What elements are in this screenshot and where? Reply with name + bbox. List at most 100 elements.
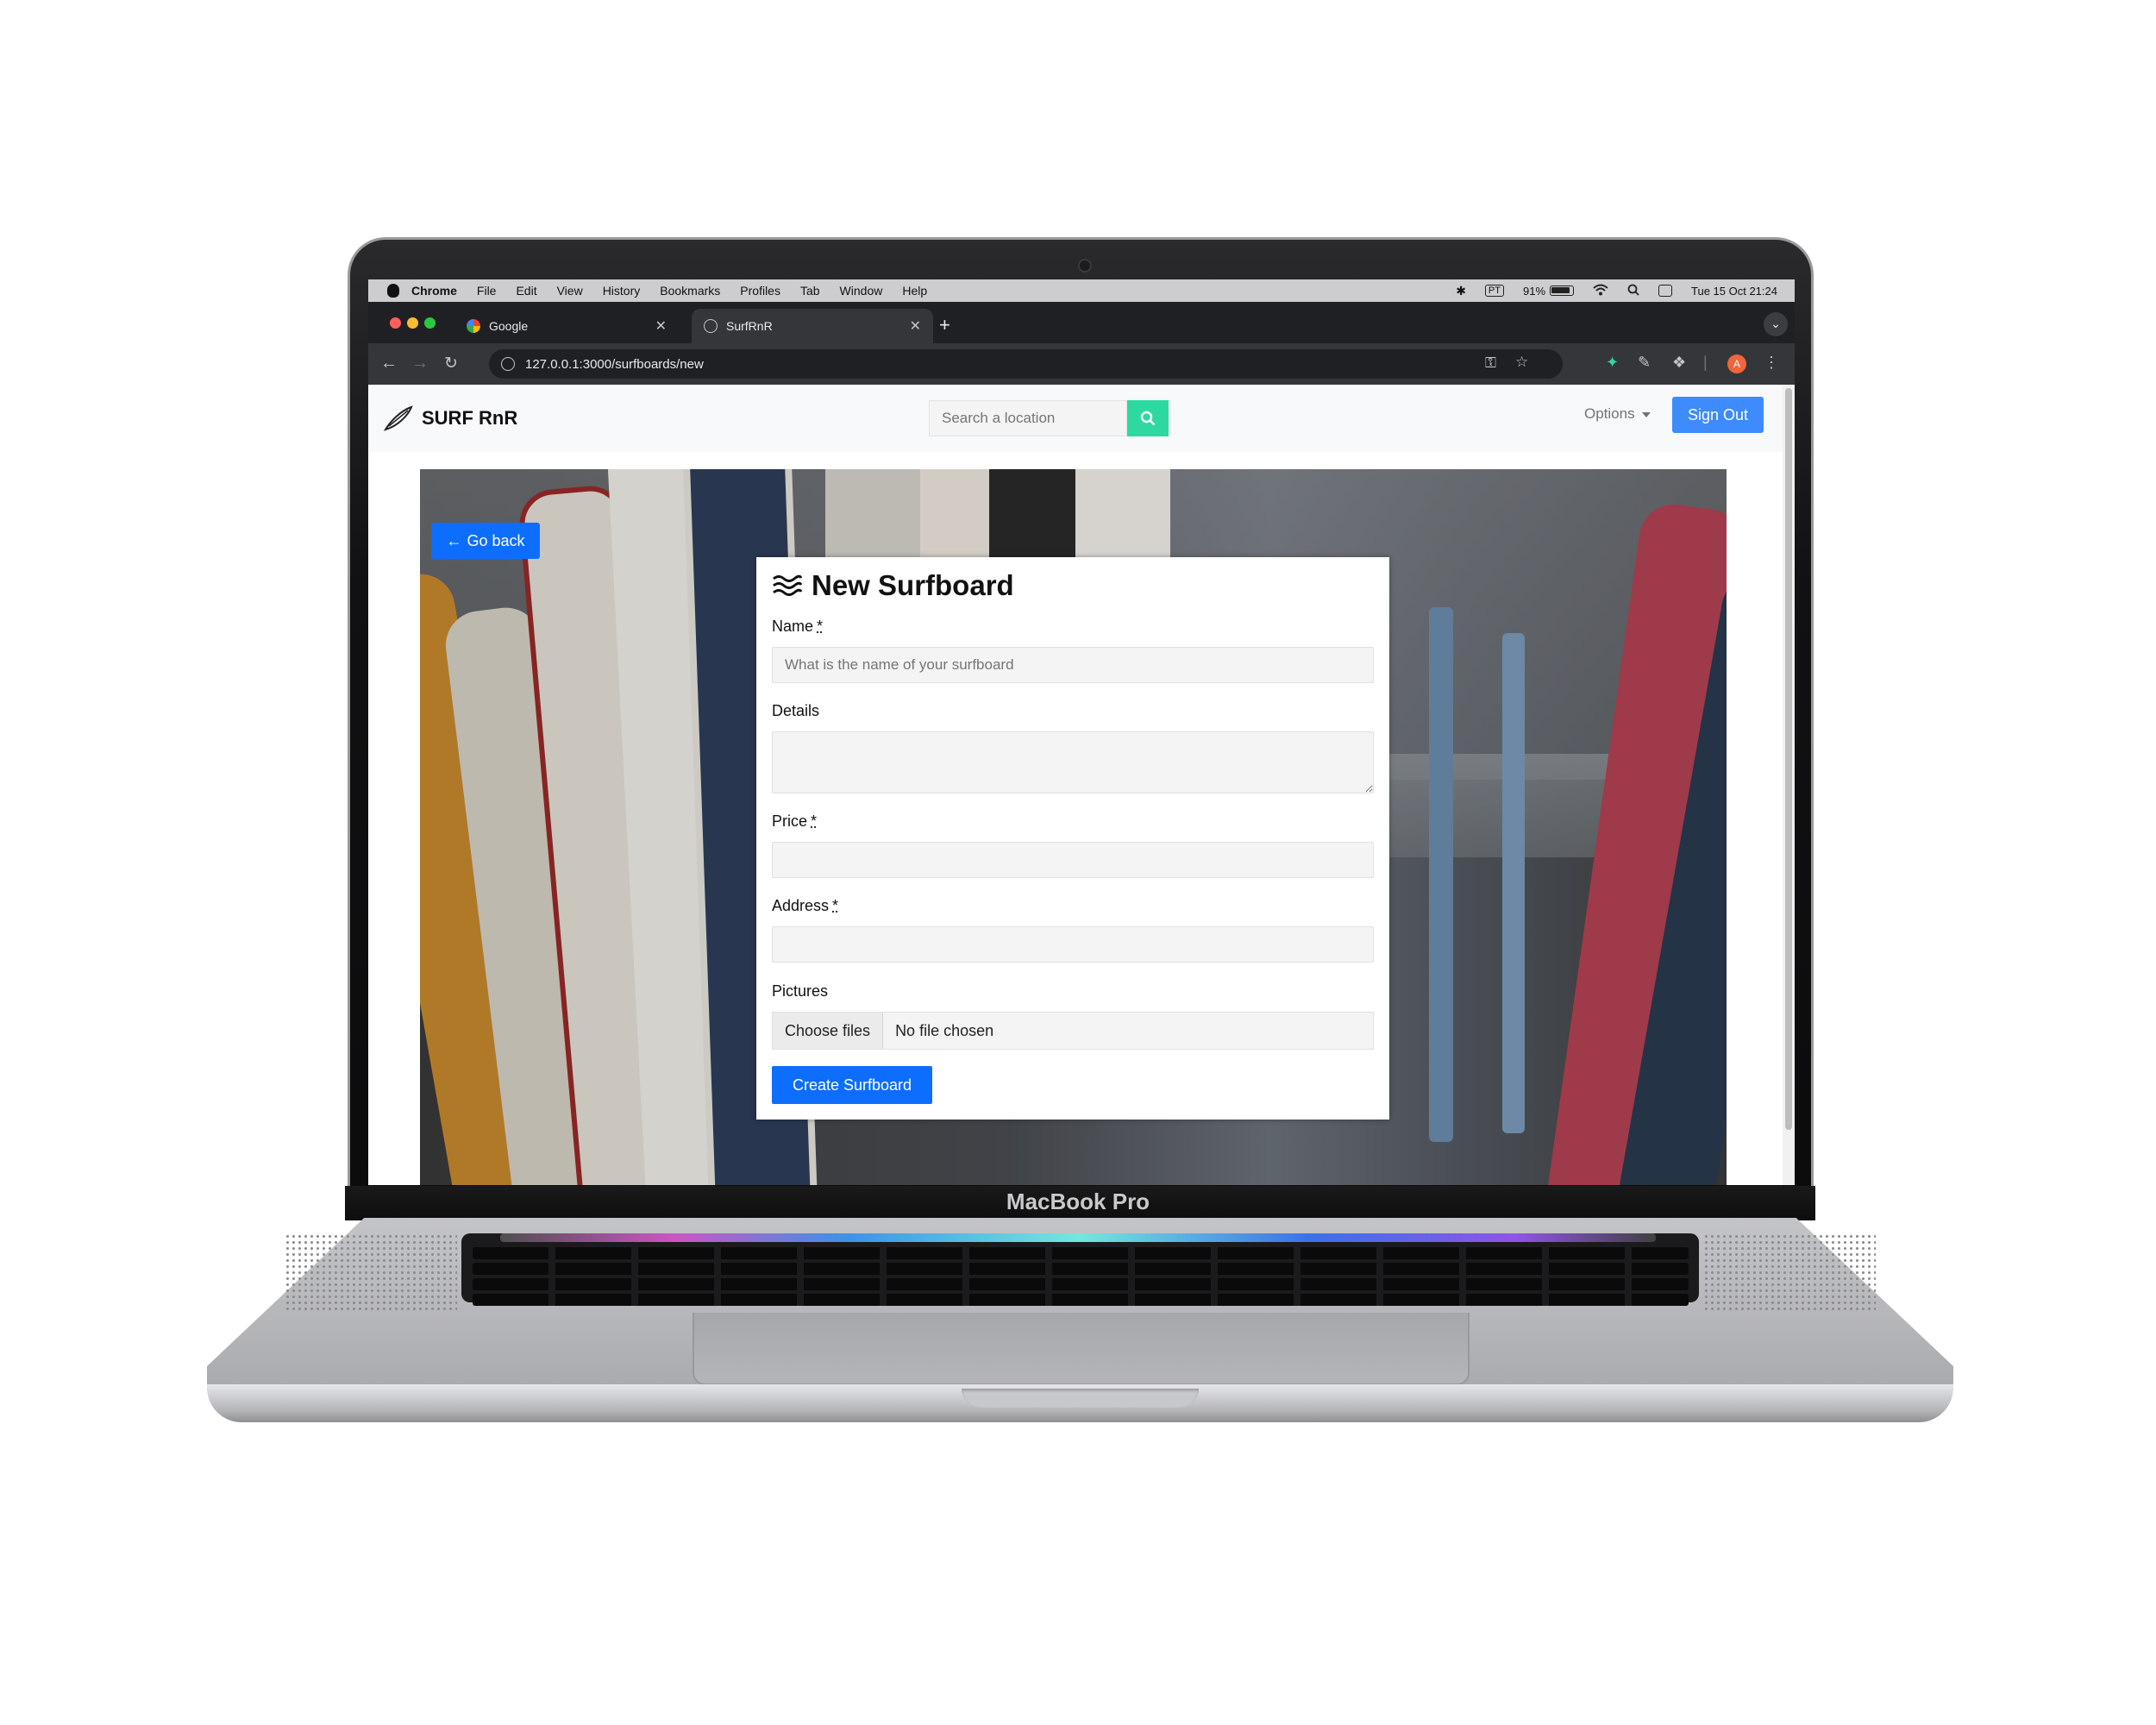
arrow-left-icon: ← <box>446 531 462 549</box>
location-search-input[interactable] <box>929 400 1127 436</box>
close-tab-icon[interactable]: ✕ <box>655 317 667 335</box>
price-label: Price * <box>772 812 817 831</box>
required-marker: * <box>832 897 839 914</box>
password-key-icon[interactable]: ⚿ <box>1485 354 1496 372</box>
tab-search-icon[interactable]: ⌄ <box>1764 312 1788 336</box>
choose-files-button[interactable]: Choose files <box>773 1013 884 1049</box>
clock[interactable]: Tue 15 Oct 21:24 <box>1691 285 1777 298</box>
more-menu-icon[interactable]: ⋮ <box>1764 354 1779 372</box>
create-surfboard-button[interactable]: Create Surfboard <box>772 1066 932 1104</box>
required-marker: * <box>817 618 824 635</box>
speaker-grille-right <box>1703 1233 1876 1311</box>
menu-edit[interactable]: Edit <box>516 284 536 298</box>
control-center-icon[interactable] <box>1658 285 1673 297</box>
go-back-label: Go back <box>467 531 525 549</box>
extension-icon[interactable]: ✦ <box>1606 354 1619 372</box>
tab-title: SurfRnR <box>726 319 773 333</box>
menu-tab[interactable]: Tab <box>800 284 820 298</box>
wifi-icon[interactable] <box>1593 284 1608 298</box>
surfboard-logo-icon <box>384 405 413 431</box>
tab-title: Google <box>489 319 529 333</box>
apple-icon[interactable] <box>387 284 399 298</box>
zoom-window-icon[interactable] <box>424 317 436 329</box>
battery-status[interactable]: 91% <box>1522 284 1575 298</box>
tab-surfrnr[interactable]: SurfRnR ✕ <box>692 309 933 343</box>
price-input[interactable] <box>772 842 1374 878</box>
key-row <box>473 1278 1689 1290</box>
toolbar-divider: | <box>1703 354 1708 371</box>
minimize-window-icon[interactable] <box>407 317 418 329</box>
menu-history[interactable]: History <box>603 284 641 298</box>
reload-icon[interactable]: ↻ <box>441 354 461 373</box>
pictures-file-input[interactable]: Choose files No file chosen <box>772 1012 1374 1050</box>
options-dropdown[interactable]: Options <box>1584 405 1651 423</box>
sign-out-button[interactable]: Sign Out <box>1672 397 1764 433</box>
site-info-icon[interactable] <box>501 357 515 371</box>
browser-toolbar: ← → ↻ 127.0.0.1:3000/surfboards/new ⚿ ☆ … <box>368 343 1795 385</box>
bookmark-star-icon[interactable]: ☆ <box>1515 354 1528 371</box>
price-label-text: Price <box>772 812 808 830</box>
name-label-text: Name <box>772 618 814 635</box>
eyedropper-icon[interactable]: ✎ <box>1638 354 1651 372</box>
details-textarea[interactable] <box>772 731 1374 794</box>
screen: Chrome File Edit View History Bookmarks … <box>368 279 1795 1185</box>
camera <box>1078 259 1092 273</box>
menu-app-name[interactable]: Chrome <box>411 284 457 298</box>
search-icon <box>1140 411 1156 426</box>
page-viewport: SURF RnR Options Sign Out ← Go back <box>368 385 1795 1185</box>
search-button[interactable] <box>1127 400 1169 436</box>
tab-google[interactable]: Google ✕ <box>454 309 679 343</box>
new-surfboard-form: New Surfboard Name* Details Price* Addre… <box>756 557 1389 1120</box>
form-title: New Surfboard <box>812 569 1014 601</box>
google-favicon-icon <box>467 319 480 333</box>
file-status-text: No file chosen <box>895 1021 994 1039</box>
device-label: MacBook Pro <box>1006 1189 1150 1214</box>
menu-file[interactable]: File <box>477 284 497 298</box>
lid-notch <box>962 1389 1199 1408</box>
name-label: Name * <box>772 618 823 636</box>
menu-window[interactable]: Window <box>840 284 883 298</box>
close-tab-icon[interactable]: ✕ <box>910 317 921 335</box>
page-scrollbar[interactable] <box>1783 385 1795 1185</box>
battery-percent: 91% <box>1522 284 1546 298</box>
name-input[interactable] <box>772 647 1374 683</box>
menu-bookmarks[interactable]: Bookmarks <box>660 284 720 298</box>
caret-down-icon <box>1641 411 1651 417</box>
menu-help[interactable]: Help <box>902 284 927 298</box>
details-label: Details <box>772 702 820 719</box>
go-back-button[interactable]: ← Go back <box>431 523 540 559</box>
input-source-indicator[interactable]: PT <box>1484 285 1504 297</box>
menu-view[interactable]: View <box>557 284 583 298</box>
globe-favicon-icon <box>704 319 718 333</box>
profile-avatar[interactable]: A <box>1727 354 1746 373</box>
extensions-puzzle-icon[interactable]: ❖ <box>1672 354 1686 372</box>
address-bar[interactable]: 127.0.0.1:3000/surfboards/new ⚿ ☆ <box>489 349 1563 379</box>
key-row <box>473 1294 1689 1306</box>
options-label: Options <box>1584 405 1635 422</box>
key-row <box>473 1263 1689 1275</box>
new-tab-icon[interactable]: + <box>939 316 950 335</box>
status-area: ✱ PT 91% Tue 15 Oct 21:24 <box>1456 279 1777 302</box>
mac-menubar: Chrome File Edit View History Bookmarks … <box>368 279 1795 302</box>
url-text[interactable]: 127.0.0.1:3000/surfboards/new <box>525 357 704 372</box>
site-navbar: SURF RnR Options Sign Out <box>368 385 1783 452</box>
close-window-icon[interactable] <box>390 317 401 329</box>
menu-profiles[interactable]: Profiles <box>740 284 780 298</box>
key-row <box>473 1247 1689 1259</box>
spotlight-icon[interactable] <box>1627 284 1639 298</box>
bluetooth-icon[interactable]: ✱ <box>1456 284 1466 298</box>
required-marker: * <box>811 812 818 830</box>
address-label: Address * <box>772 897 838 915</box>
forward-icon[interactable]: → <box>410 354 430 373</box>
water-waves-icon <box>773 574 803 596</box>
location-search <box>929 400 1169 436</box>
site-brand[interactable]: SURF RnR <box>384 405 517 431</box>
address-label-text: Address <box>772 897 830 914</box>
browser-tabstrip: Google ✕ SurfRnR ✕ + ⌄ <box>368 302 1795 343</box>
battery-icon <box>1550 285 1575 296</box>
pictures-label: Pictures <box>772 982 829 1000</box>
back-icon[interactable]: ← <box>379 354 399 373</box>
scrollbar-thumb[interactable] <box>1785 388 1792 1130</box>
touch-bar <box>500 1233 1656 1242</box>
address-input[interactable] <box>772 926 1374 963</box>
